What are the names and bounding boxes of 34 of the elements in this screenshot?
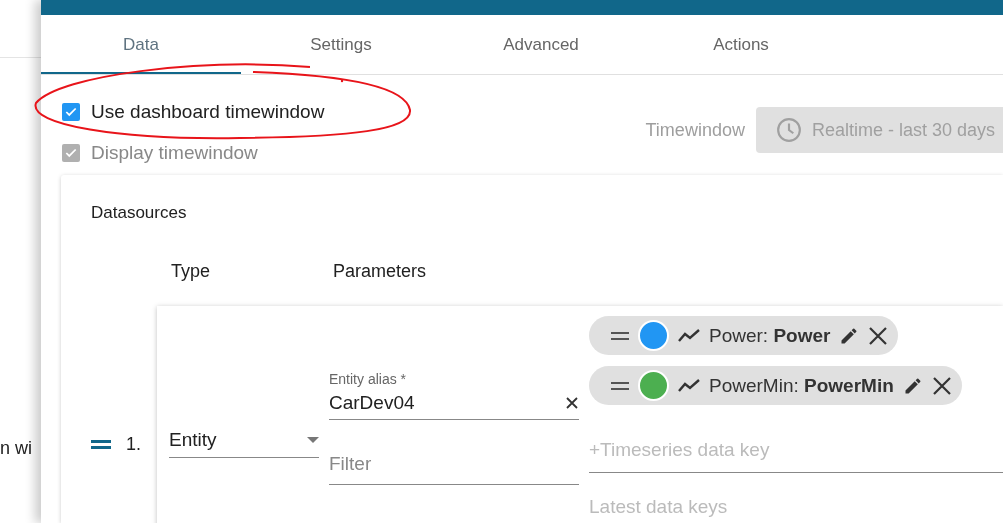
check-icon [64,146,78,160]
drag-handle-icon[interactable] [91,439,111,450]
type-select[interactable]: Entity [169,424,319,458]
tab[interactable]: Data [41,15,241,74]
filter-field[interactable]: Filter [329,444,579,485]
color-dot[interactable] [638,370,669,401]
dropdown-caret-icon [307,436,319,443]
checkbox[interactable] [62,103,80,121]
line-chart-icon [678,378,700,393]
column-header: Parameters [333,261,427,282]
timewindow-label: Timewindow [645,119,745,141]
row-number: 1. [126,434,141,455]
close-icon[interactable] [868,325,889,346]
entity-alias-field[interactable]: Entity alias * CarDev04 [329,371,579,420]
data-key-chip[interactable]: PowerMin: PowerMin [589,366,962,405]
data-key-label: PowerMin: PowerMin [709,374,894,397]
tab[interactable]: Advanced [441,15,641,74]
clock-icon [775,117,802,143]
drag-handle-icon[interactable] [611,381,629,390]
check-icon [64,105,78,119]
close-icon[interactable] [931,375,952,396]
tab[interactable]: Actions [641,15,841,74]
page-text: n wi [0,438,32,459]
checkbox-label: Use dashboard timewindow [91,101,325,123]
tab[interactable]: Settings [241,15,441,74]
line-chart-icon [678,328,700,343]
drag-handle-icon[interactable] [611,331,629,340]
data-key-label: Power: Power [709,324,831,347]
section-title: Datasources [91,203,188,223]
checkbox-label: Display timewindow [91,142,258,164]
color-dot[interactable] [638,320,669,351]
data-key-chip[interactable]: Power: Power [589,316,899,355]
column-header: Type [171,261,212,282]
clear-icon[interactable] [565,396,579,410]
